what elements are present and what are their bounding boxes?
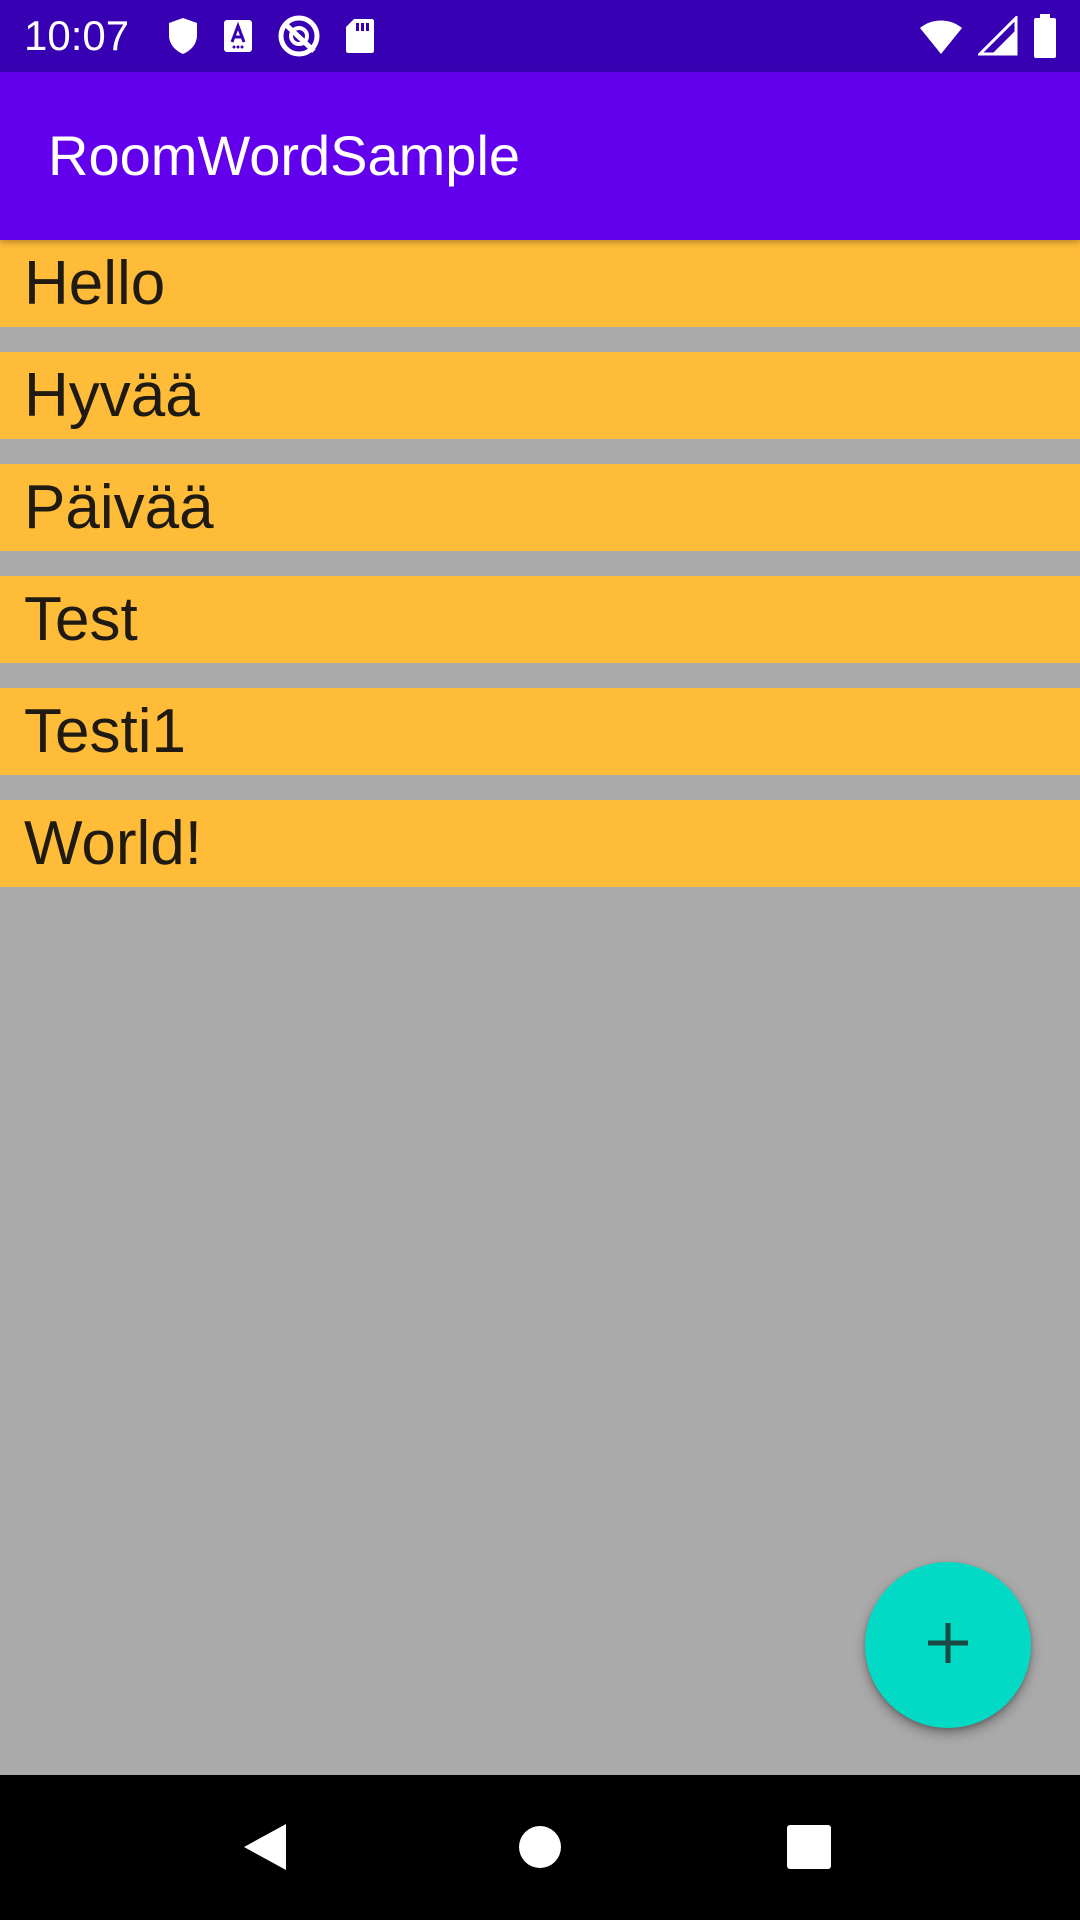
add-word-button[interactable] [865,1562,1031,1728]
app-title: RoomWordSample [48,124,521,187]
word-text: Hyvää [24,361,200,430]
list-item[interactable]: World! [0,800,1080,887]
list-item[interactable]: Päivää [0,464,1080,551]
status-icons-left [166,14,376,58]
home-icon[interactable] [518,1825,562,1874]
status-bar: 10:07 [0,0,1080,72]
wifi-icon [918,16,964,56]
word-text: Testi1 [24,697,186,766]
cell-signal-icon [978,16,1018,56]
app-bar: RoomWordSample [0,72,1080,240]
list-item[interactable]: Hyvää [0,352,1080,439]
word-list: Hello Hyvää Päivää Test Testi1 World! [0,240,1080,912]
word-text: Test [24,585,138,654]
list-item[interactable]: Testi1 [0,688,1080,775]
list-item[interactable]: Hello [0,240,1080,327]
shield-icon [166,16,200,56]
font-a-icon [222,18,254,54]
list-item[interactable]: Test [0,576,1080,663]
word-text: Hello [24,249,166,318]
word-text: Päivää [24,473,214,542]
plus-icon [924,1619,972,1672]
status-time: 10:07 [24,12,130,59]
no-sync-icon [276,13,322,59]
word-text: World! [24,809,203,878]
sd-card-icon [344,17,376,55]
status-icons-right [918,14,1058,58]
recents-icon[interactable] [786,1824,832,1875]
battery-icon [1032,14,1058,58]
back-icon[interactable] [242,1822,288,1877]
